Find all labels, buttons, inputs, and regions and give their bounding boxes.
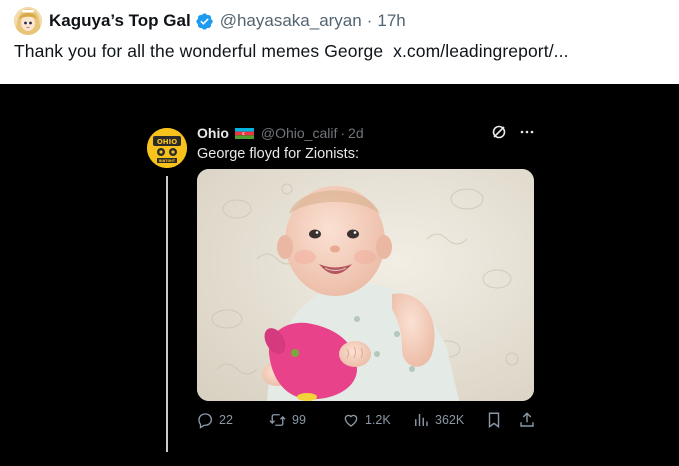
outer-post-text: Thank you for all the wonderful memes Ge…: [14, 41, 569, 62]
more-icon[interactable]: [519, 124, 535, 140]
outer-post-header: Kaguya’s Top Gal @hayasaka_aryan · 17h: [14, 7, 406, 35]
bookmark-button[interactable]: [486, 410, 502, 430]
thread-line: [166, 176, 168, 452]
time-separator: ·: [366, 11, 373, 30]
share-icon: [520, 412, 534, 427]
azerbaijan-flag-icon: [234, 127, 254, 139]
inner-post-header: Ohio @Ohio_calif · 2d: [197, 124, 364, 142]
views-icon: [415, 414, 428, 426]
grok-icon[interactable]: [491, 124, 507, 140]
views-button[interactable]: 362K: [412, 410, 464, 430]
post-photo[interactable]: [197, 169, 534, 401]
repost-count: 99: [292, 413, 306, 427]
inner-post-text: George floyd for Zionists:: [197, 146, 359, 162]
inner-avatar-title: OHIO: [157, 138, 177, 146]
repost-button[interactable]: 99: [268, 410, 306, 430]
like-count: 1.2K: [365, 413, 391, 427]
inner-handle[interactable]: @Ohio_calif: [261, 125, 337, 141]
bookmark-icon: [488, 412, 500, 429]
inner-avatar-caption: BINTOHT: [159, 159, 176, 163]
repost-icon: [269, 414, 286, 426]
reply-button[interactable]: 22: [196, 410, 233, 430]
outer-handle[interactable]: @hayasaka_aryan: [220, 11, 362, 31]
reply-icon: [198, 413, 213, 429]
inner-display-name[interactable]: Ohio: [197, 125, 229, 141]
outer-text-body: Thank you for all the wonderful memes Ge…: [14, 41, 384, 61]
outer-avatar[interactable]: [14, 7, 42, 35]
inner-timestamp[interactable]: 2d: [348, 125, 364, 141]
engagement-bar: 22 99 1.2K 362K: [196, 410, 536, 430]
outer-display-name[interactable]: Kaguya’s Top Gal: [49, 11, 191, 31]
verified-badge-icon: [196, 12, 213, 30]
inner-avatar[interactable]: OHIO BINTOHT: [147, 128, 187, 168]
like-button[interactable]: 1.2K: [342, 410, 391, 430]
reply-count: 22: [219, 413, 233, 427]
outer-timestamp[interactable]: 17h: [377, 11, 405, 31]
views-count: 362K: [435, 413, 465, 427]
inner-time-separator: ·: [340, 125, 346, 141]
share-button[interactable]: [518, 410, 536, 430]
like-icon: [344, 414, 358, 427]
outer-post-link[interactable]: x.com/leadingreport/...: [393, 41, 568, 61]
inner-header-actions: [491, 124, 535, 140]
